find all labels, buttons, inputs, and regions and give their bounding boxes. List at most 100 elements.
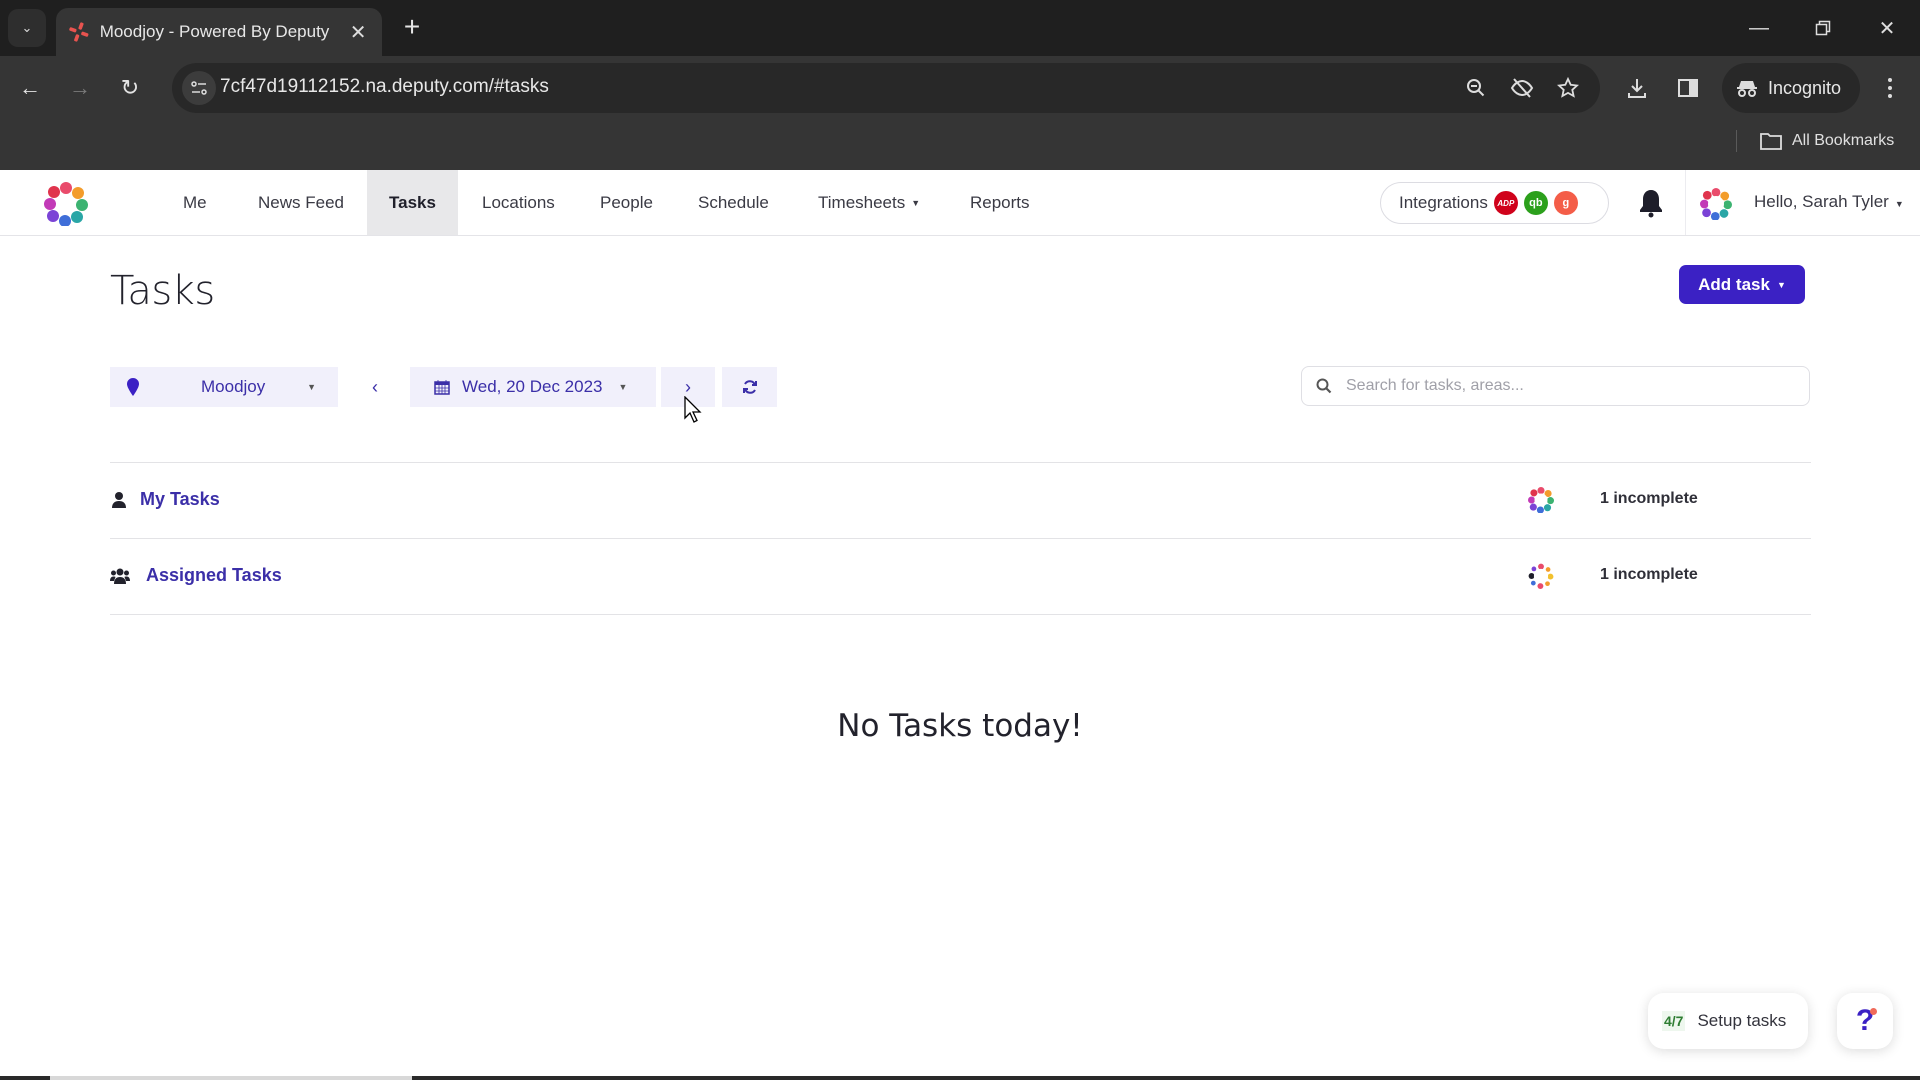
- nav-tasks[interactable]: Tasks: [367, 170, 458, 235]
- app-navbar: Me News Feed Tasks Locations People Sche…: [0, 170, 1920, 236]
- window-close-icon: ✕: [1878, 17, 1896, 40]
- caret-down-icon: ▼: [1894, 199, 1904, 209]
- side-panel-button[interactable]: [1670, 70, 1706, 106]
- browser-tab[interactable]: Moodjoy - Powered By Deputy ✕: [56, 8, 382, 56]
- reload-icon: ↻: [120, 75, 140, 100]
- status-badge: 1 incomplete: [1600, 490, 1698, 507]
- tab-search-button[interactable]: ⌄: [8, 9, 46, 47]
- window-close-button[interactable]: ✕: [1862, 10, 1912, 46]
- empty-state-message: No Tasks today!: [837, 708, 1083, 744]
- integrations-label: Integrations: [1399, 193, 1488, 212]
- zoom-button[interactable]: [1462, 75, 1490, 101]
- help-button[interactable]: ?: [1837, 993, 1893, 1049]
- task-search[interactable]: [1301, 366, 1810, 406]
- location-select[interactable]: Moodjoy ▼: [155, 367, 338, 407]
- eye-off-icon: [1510, 78, 1534, 98]
- notification-dot: [1870, 1008, 1877, 1015]
- deputy-favicon-icon: [69, 22, 89, 42]
- search-input[interactable]: [1346, 377, 1786, 395]
- quickbooks-icon: qb: [1523, 191, 1548, 215]
- chevron-down-icon: ⌄: [21, 20, 33, 35]
- add-task-button[interactable]: Add task ▼: [1679, 265, 1805, 304]
- previous-day-button[interactable]: ‹: [352, 367, 398, 407]
- nav-schedule[interactable]: Schedule: [680, 170, 787, 235]
- refresh-button[interactable]: [722, 367, 777, 407]
- reload-button[interactable]: ↻: [112, 70, 148, 106]
- location-pin-button[interactable]: [110, 367, 155, 407]
- gusto-icon: g: [1553, 191, 1578, 215]
- task-group-row[interactable]: My Tasks 1 incomplete: [110, 463, 1811, 537]
- bell-icon[interactable]: [1637, 188, 1665, 218]
- deputy-logo-icon[interactable]: [44, 182, 88, 226]
- restore-button[interactable]: [1798, 10, 1848, 46]
- setup-tasks-button[interactable]: 4/7 Setup tasks: [1648, 993, 1808, 1049]
- user-icon: [112, 492, 126, 508]
- status-badge: 1 incomplete: [1600, 566, 1698, 583]
- nav-people[interactable]: People: [582, 170, 671, 235]
- folder-icon: [1760, 133, 1782, 150]
- nav-locations[interactable]: Locations: [464, 170, 573, 235]
- scrollbar-thumb[interactable]: [50, 1076, 412, 1080]
- tab-title: Moodjoy - Powered By Deputy: [99, 22, 330, 41]
- refresh-icon: [742, 380, 757, 394]
- all-bookmarks-button[interactable]: All Bookmarks: [1760, 128, 1894, 154]
- page-title: Tasks: [110, 268, 215, 314]
- site-settings-icon: [191, 81, 207, 95]
- setup-tasks-label: Setup tasks: [1697, 1011, 1787, 1030]
- bookmarks-bar: All Bookmarks: [0, 120, 1920, 170]
- downloads-button[interactable]: [1619, 70, 1655, 106]
- caret-down-icon: ▼: [307, 382, 316, 392]
- bookmark-star-button[interactable]: [1554, 75, 1582, 101]
- back-button[interactable]: ←: [12, 70, 48, 106]
- address-bar[interactable]: 7cf47d19112152.na.deputy.com/#tasks: [172, 63, 1600, 113]
- nav-me[interactable]: Me: [165, 170, 225, 235]
- browser-tab-bar: ⌄ Moodjoy - Powered By Deputy ✕ + — ✕: [0, 0, 1920, 56]
- adp-icon: ADP: [1493, 191, 1518, 215]
- forward-icon: →: [69, 75, 91, 100]
- horizontal-scrollbar[interactable]: [0, 1076, 1920, 1080]
- users-icon: [110, 568, 130, 584]
- side-panel-icon: [1678, 79, 1698, 97]
- minimize-button[interactable]: —: [1734, 10, 1784, 46]
- assigned-tasks-link[interactable]: Assigned Tasks: [146, 565, 282, 586]
- url-text[interactable]: 7cf47d19112152.na.deputy.com/#tasks: [220, 76, 549, 98]
- incognito-label: Incognito: [1768, 77, 1842, 98]
- restore-icon: [1815, 20, 1831, 36]
- download-icon: [1628, 79, 1646, 98]
- caret-down-icon: ▼: [1776, 279, 1786, 290]
- integrations-button[interactable]: Integrations ADP qb g: [1380, 182, 1609, 224]
- chevron-left-icon: ‹: [372, 376, 378, 397]
- user-avatar[interactable]: [1700, 188, 1732, 220]
- forward-button[interactable]: →: [62, 70, 98, 106]
- my-tasks-link[interactable]: My Tasks: [140, 489, 220, 510]
- caret-down-icon: ▼: [618, 382, 628, 392]
- browser-menu-button[interactable]: [1875, 70, 1905, 106]
- more-vert-icon: [1888, 78, 1892, 82]
- site-settings-button[interactable]: [182, 71, 216, 105]
- minimize-icon: —: [1749, 16, 1769, 39]
- plus-icon: +: [403, 11, 421, 42]
- browser-toolbar: ← → ↻ 7cf47d19112152.na.deputy.com/#task…: [0, 56, 1920, 120]
- star-icon: [1557, 77, 1579, 98]
- tracking-protection-button[interactable]: [1508, 75, 1536, 101]
- nav-news-feed[interactable]: News Feed: [240, 170, 362, 235]
- nav-reports[interactable]: Reports: [952, 170, 1048, 235]
- map-marker-icon: [126, 378, 139, 396]
- list-divider: [110, 614, 1811, 615]
- task-group-row[interactable]: Assigned Tasks 1 incomplete: [110, 539, 1811, 613]
- nav-timesheets[interactable]: Timesheets ▼: [800, 170, 938, 235]
- user-greeting: Hello, Sarah Tyler: [1754, 192, 1889, 211]
- bookmarks-divider: [1736, 130, 1737, 152]
- caret-down-icon: ▼: [911, 197, 921, 208]
- close-icon[interactable]: ✕: [346, 20, 370, 45]
- location-select-value: Moodjoy: [201, 377, 266, 396]
- avatar: [1528, 487, 1554, 513]
- mouse-cursor-icon: [684, 396, 702, 423]
- incognito-indicator[interactable]: Incognito: [1722, 63, 1860, 113]
- date-select-value: Wed, 20 Dec 2023: [462, 377, 603, 396]
- chevron-right-icon: ›: [685, 376, 691, 397]
- user-menu[interactable]: Hello, Sarah Tyler ▼: [1754, 192, 1904, 212]
- new-tab-button[interactable]: +: [396, 12, 428, 44]
- navbar-divider: [1685, 170, 1686, 235]
- date-select[interactable]: Wed, 20 Dec 2023 ▼: [410, 367, 656, 407]
